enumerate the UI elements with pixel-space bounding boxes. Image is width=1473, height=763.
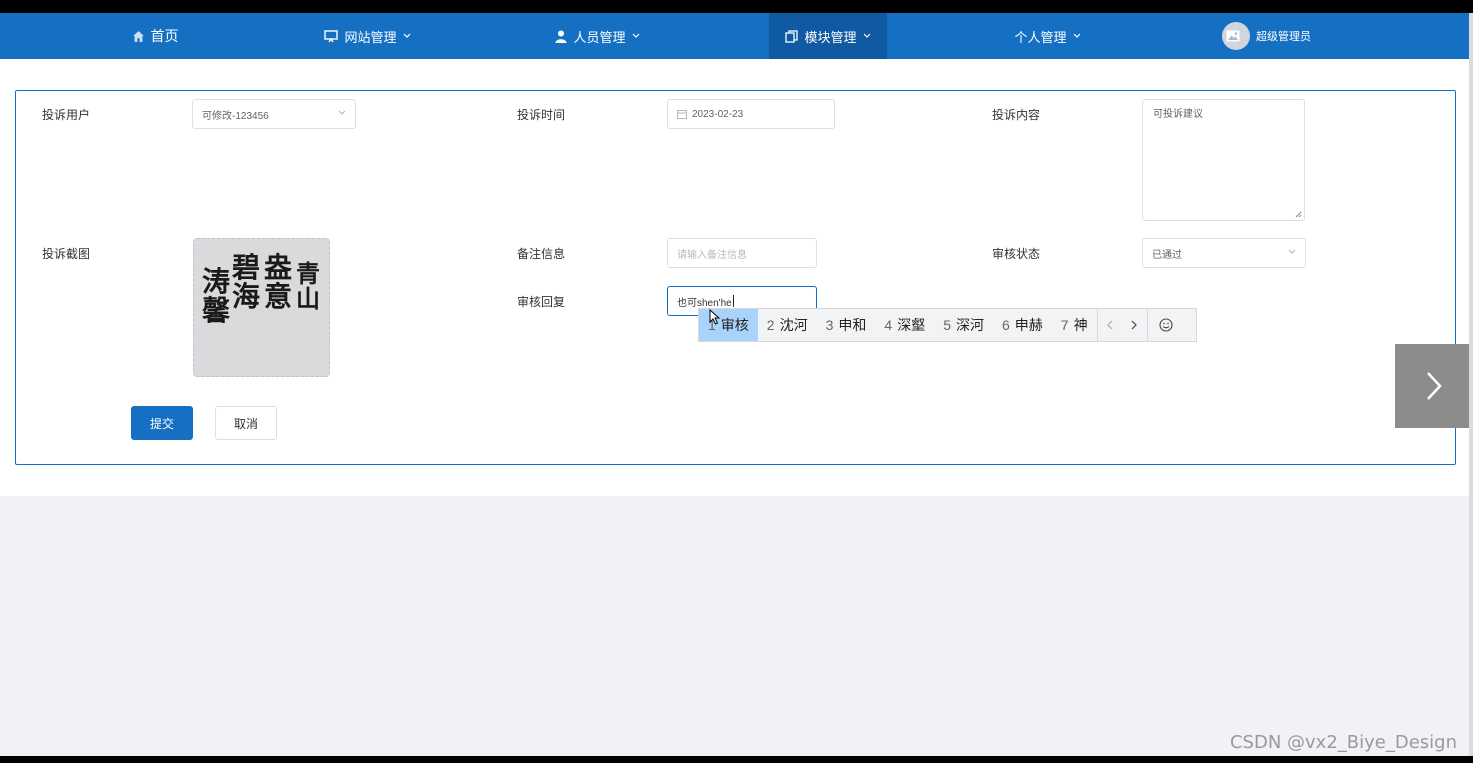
- app-screen: 首页 网站管理 人员管理 模块管理 个人管理 超级管理员 投诉用户 可修改-12…: [0, 13, 1473, 756]
- complaint-time-picker[interactable]: 2023-02-23: [667, 99, 835, 129]
- chevron-left-icon: [1106, 320, 1113, 330]
- complaint-screenshot-label: 投诉截图: [42, 247, 91, 261]
- calligraphy-char: 山: [296, 284, 320, 314]
- nav-site-management[interactable]: 网站管理: [300, 13, 435, 59]
- submit-button[interactable]: 提交: [131, 406, 193, 440]
- ime-candidate-bar: 1 审核 2 沈河 3 申和 4 深壑 5 深河 6 申赫 7神: [698, 308, 1197, 342]
- mouse-cursor-icon: [709, 309, 720, 325]
- nav-module-management[interactable]: 模块管理: [769, 13, 887, 59]
- copy-icon: [785, 29, 799, 43]
- ime-prev-page[interactable]: [1096, 309, 1122, 341]
- complaint-content-value: 可投诉建议: [1153, 109, 1203, 120]
- home-icon: [132, 30, 144, 42]
- review-reply-value: 也可shen'he: [677, 297, 732, 309]
- nav-module-label: 模块管理: [804, 29, 857, 45]
- complaint-user-value: 可修改-123456: [202, 110, 269, 122]
- text-caret: [732, 295, 734, 307]
- cancel-button[interactable]: 取消: [215, 406, 277, 440]
- chevron-down-icon: [338, 110, 346, 115]
- smiley-icon: [1159, 318, 1173, 332]
- ime-emoji-button[interactable]: [1146, 309, 1184, 341]
- nav-home[interactable]: 首页: [100, 13, 210, 59]
- nav-people-management[interactable]: 人员管理: [530, 13, 665, 59]
- ime-candidate[interactable]: 6 申赫: [993, 309, 1052, 341]
- chevron-down-icon: [863, 33, 870, 38]
- remark-label: 备注信息: [517, 247, 566, 261]
- calligraphy-char: 海: [232, 280, 261, 314]
- chevron-down-icon: [1073, 33, 1080, 38]
- remark-placeholder: 请输入备注信息: [677, 249, 747, 261]
- calligraphy-char: 碧: [232, 251, 261, 284]
- complaint-user-label: 投诉用户: [42, 108, 91, 122]
- chevron-down-icon: [632, 33, 639, 38]
- user-icon: [555, 30, 567, 43]
- ime-candidate[interactable]: 3 申和: [817, 309, 876, 341]
- nav-site-label: 网站管理: [344, 29, 397, 45]
- slide-next-button[interactable]: [1395, 344, 1473, 428]
- calligraphy-char: 涛: [202, 265, 231, 298]
- watermark-text: CSDN @vx2_Biye_Design: [1229, 732, 1457, 753]
- review-reply-label: 审核回复: [517, 295, 566, 309]
- ime-next-page[interactable]: [1122, 309, 1147, 341]
- ime-candidate[interactable]: 2 沈河: [758, 309, 817, 341]
- complaint-user-select[interactable]: 可修改-123456: [192, 99, 356, 129]
- complaint-form: 投诉用户 可修改-123456 投诉时间 2023-02-23 投诉内容 可投诉…: [15, 90, 1456, 465]
- avatar: [1222, 22, 1250, 50]
- ime-candidate[interactable]: 7神: [1052, 309, 1097, 341]
- complaint-content-textarea[interactable]: 可投诉建议: [1142, 99, 1305, 221]
- nav-personal-label: 个人管理: [1014, 29, 1067, 45]
- calendar-icon: [677, 110, 687, 119]
- top-navbar: 首页 网站管理 人员管理 模块管理 个人管理 超级管理员: [0, 13, 1473, 59]
- ime-candidate[interactable]: 4 深壑: [875, 309, 934, 341]
- scrollbar[interactable]: [1469, 13, 1473, 756]
- complaint-time-value: 2023-02-23: [692, 108, 744, 120]
- complaint-content-label: 投诉内容: [992, 108, 1041, 122]
- complaint-screenshot-image[interactable]: 涛 馨 碧 海 盎 意 青 山: [193, 238, 330, 377]
- calligraphy-char: 青: [296, 259, 320, 288]
- user-menu[interactable]: 超级管理员: [1222, 13, 1322, 59]
- nav-home-label: 首页: [150, 28, 179, 44]
- resize-handle-icon[interactable]: [1295, 211, 1302, 218]
- chevron-right-icon: [1427, 372, 1442, 400]
- chevron-right-icon: [1131, 320, 1137, 330]
- nav-people-label: 人员管理: [573, 29, 626, 45]
- chevron-down-icon: [403, 33, 410, 38]
- ime-candidate[interactable]: 1 审核: [699, 309, 758, 341]
- main-content: 投诉用户 可修改-123456 投诉时间 2023-02-23 投诉内容 可投诉…: [0, 59, 1473, 496]
- review-status-select[interactable]: 已通过: [1142, 238, 1306, 268]
- ime-candidate[interactable]: 5 深河: [934, 309, 993, 341]
- review-status-value: 已通过: [1152, 249, 1182, 261]
- monitor-icon: [324, 29, 339, 42]
- calligraphy-char: 馨: [202, 294, 231, 328]
- calligraphy-char: 盎: [264, 251, 293, 284]
- nav-personal-management[interactable]: 个人管理: [995, 13, 1100, 59]
- user-name: 超级管理员: [1256, 31, 1311, 43]
- calligraphy-char: 意: [264, 280, 293, 314]
- complaint-time-label: 投诉时间: [517, 108, 566, 122]
- review-status-label: 审核状态: [992, 247, 1041, 261]
- image-icon: [1226, 30, 1240, 42]
- chevron-down-icon: [1288, 249, 1296, 254]
- remark-input[interactable]: 请输入备注信息: [667, 238, 817, 268]
